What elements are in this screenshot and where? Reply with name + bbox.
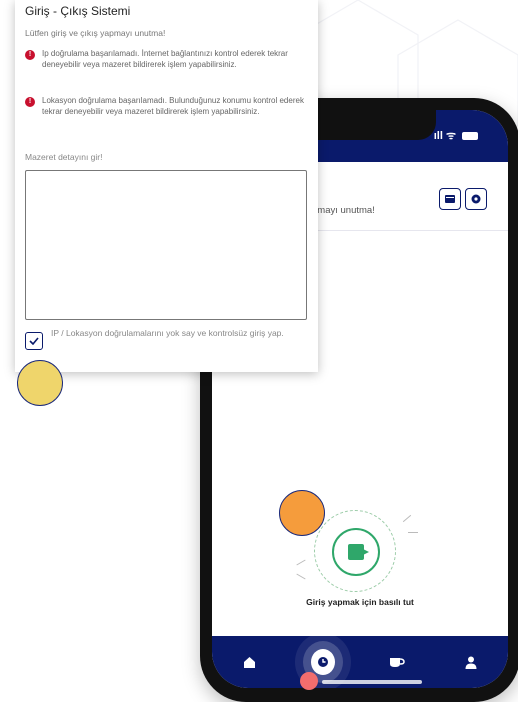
inbox-icon <box>445 195 455 203</box>
location-error-message: ! Lokasyon doğrulama başarılamadı. Bulun… <box>25 96 312 117</box>
battery-icon <box>462 131 478 140</box>
inbox-button[interactable] <box>439 188 461 210</box>
bottom-nav <box>212 636 508 688</box>
home-indicator <box>322 680 422 684</box>
bypass-checkbox[interactable] <box>25 332 43 350</box>
nav-break[interactable] <box>385 650 409 674</box>
nav-home[interactable] <box>237 650 261 674</box>
check-icon <box>29 337 39 345</box>
settings-button[interactable] <box>465 188 487 210</box>
excuse-textarea[interactable] <box>25 170 307 320</box>
bypass-label: IP / Lokasyon doğrulamalarını yok say ve… <box>51 328 284 338</box>
status-icons: ıll ᯤ <box>434 128 478 143</box>
signal-wifi-icon: ıll ᯤ <box>433 130 456 142</box>
home-icon <box>243 656 255 668</box>
excuse-label: Mazeret detayını gir! <box>25 152 103 162</box>
nav-clock[interactable] <box>311 649 335 675</box>
bypass-option[interactable]: IP / Lokasyon doğrulamalarını yok say ve… <box>25 328 305 350</box>
annotation-marker-red <box>300 672 318 690</box>
door-enter-icon <box>348 544 369 560</box>
clock-icon <box>311 649 335 675</box>
nav-profile[interactable] <box>459 650 483 674</box>
annotation-marker-yellow <box>17 360 63 406</box>
annotation-marker-orange <box>279 490 325 536</box>
hold-to-checkin-label: Giriş yapmak için basılı tut <box>306 597 414 607</box>
ip-error-text: Ip doğrulama başarılamadı. İnternet bağl… <box>42 49 288 69</box>
user-icon <box>465 656 477 669</box>
checkin-dialog: Giriş - Çıkış Sistemi Lütfen giriş ve çı… <box>15 0 318 372</box>
location-error-text: Lokasyon doğrulama başarılamadı. Bulundu… <box>42 96 304 116</box>
dialog-subtitle: Lütfen giriş ve çıkış yapmayı unutma! <box>25 28 166 38</box>
coffee-icon <box>390 658 405 667</box>
gear-icon <box>471 194 481 204</box>
ip-error-message: ! Ip doğrulama başarılamadı. İnternet ba… <box>25 49 312 70</box>
header-subtitle: pmayı unutma! <box>312 205 375 216</box>
error-icon: ! <box>25 97 35 107</box>
dialog-title: Giriş - Çıkış Sistemi <box>25 4 131 18</box>
checkin-button[interactable] <box>332 528 380 576</box>
error-icon: ! <box>25 50 35 60</box>
ray <box>408 532 418 533</box>
